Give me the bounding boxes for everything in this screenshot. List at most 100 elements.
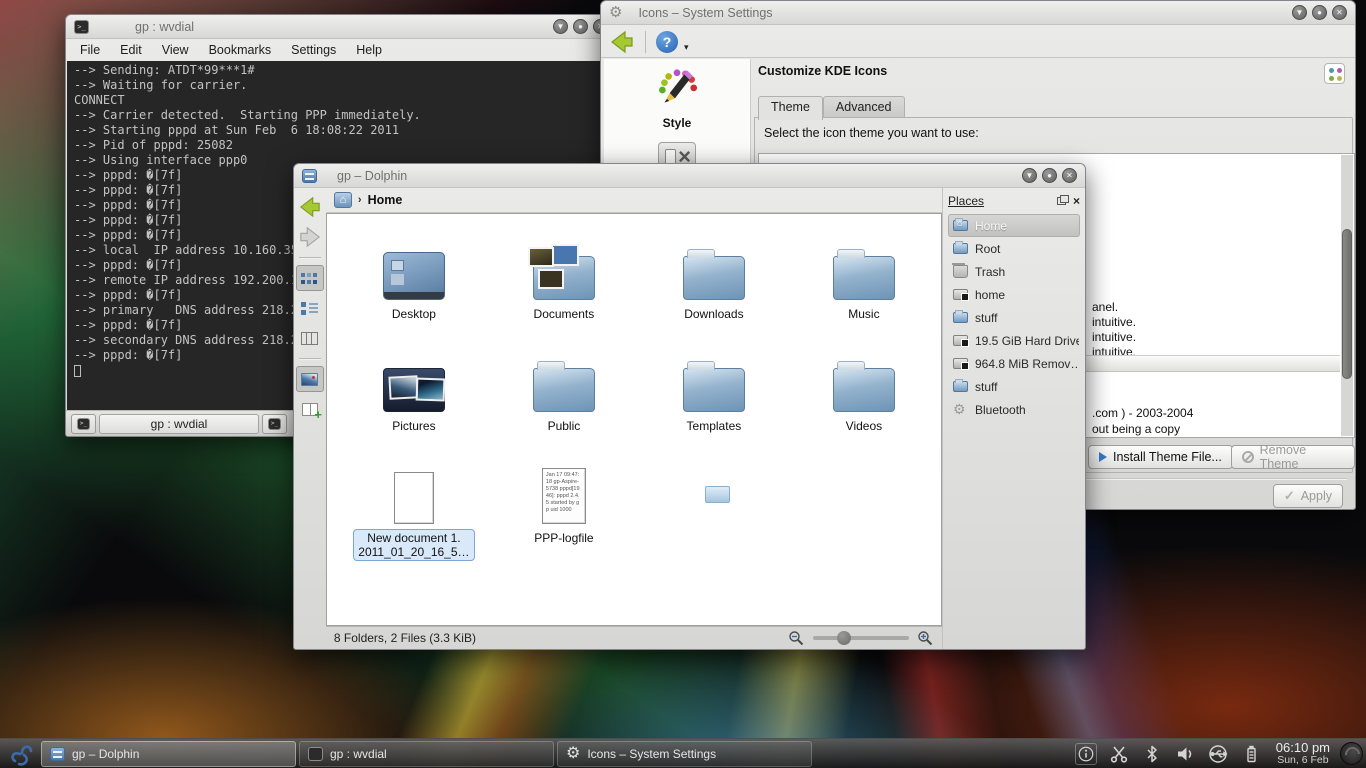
settings-titlebar[interactable]: ⚙ Icons – System Settings ▼ ● ✕ xyxy=(601,1,1355,25)
menu-item[interactable]: File xyxy=(80,43,100,57)
places-item[interactable]: stuff xyxy=(948,375,1080,398)
preview-button[interactable] xyxy=(296,366,324,392)
places-item[interactable]: Root xyxy=(948,237,1080,260)
minimize-button[interactable]: ▼ xyxy=(553,19,568,34)
file-item[interactable]: Templates xyxy=(639,338,789,450)
place-icon xyxy=(953,220,968,231)
file-label: Documents xyxy=(529,305,600,323)
places-item[interactable]: 964.8 MiB Remov… xyxy=(948,352,1080,375)
tab-advanced[interactable]: Advanced xyxy=(823,96,905,118)
places-item[interactable]: stuff xyxy=(948,306,1080,329)
file-item[interactable]: Videos xyxy=(789,338,939,450)
help-icon[interactable]: ? xyxy=(656,31,678,53)
folder-view[interactable]: Desktop Docume xyxy=(326,213,942,626)
app-launcher-button[interactable] xyxy=(3,740,41,768)
zoom-in-icon[interactable] xyxy=(917,630,934,647)
zoom-slider-handle[interactable] xyxy=(837,631,851,645)
places-item[interactable]: Bluetooth xyxy=(948,398,1080,421)
file-icon xyxy=(533,256,595,300)
places-item[interactable]: 19.5 GiB Hard Drive xyxy=(948,329,1080,352)
scrollbar-thumb[interactable] xyxy=(1342,229,1352,379)
task-button[interactable]: gp : wvdial xyxy=(299,741,554,767)
place-icon xyxy=(953,265,968,278)
file-item[interactable]: Desktop xyxy=(339,226,489,338)
place-label: 964.8 MiB Remov… xyxy=(975,357,1080,371)
zoom-out-icon[interactable] xyxy=(788,630,805,647)
sidebar-item-style[interactable]: Style xyxy=(663,116,692,130)
file-icon xyxy=(683,256,745,300)
file-item[interactable]: Downloads xyxy=(639,226,789,338)
split-view-button[interactable] xyxy=(296,396,324,422)
terminal-line: --> Carrier detected. Starting PPP immed… xyxy=(74,108,608,123)
close-panel-icon[interactable]: × xyxy=(1073,196,1080,206)
icons-view-button[interactable] xyxy=(296,265,324,291)
zoom-slider[interactable] xyxy=(813,636,909,640)
back-icon[interactable] xyxy=(609,30,635,54)
detach-panel-icon[interactable] xyxy=(1057,197,1066,205)
menu-item[interactable]: Settings xyxy=(291,43,336,57)
theme-description-fragment: .com ) - 2003-2004 xyxy=(1092,406,1193,420)
maximize-button[interactable]: ● xyxy=(1042,168,1057,183)
split-view-icon xyxy=(302,403,318,416)
remove-theme-button[interactable]: Remove Theme xyxy=(1231,445,1355,469)
details-view-button[interactable] xyxy=(296,295,324,321)
usb-device-icon[interactable] xyxy=(1207,743,1229,765)
terminal-menubar: File Edit View Bookmarks Settings Help xyxy=(66,39,616,61)
checkmark-icon: ✓ xyxy=(1284,488,1295,504)
clock[interactable]: 06:10 pm Sun, 6 Feb xyxy=(1276,741,1330,767)
minimize-button[interactable]: ▼ xyxy=(1022,168,1037,183)
back-button[interactable] xyxy=(296,194,324,220)
terminal-titlebar[interactable]: >_ gp : wvdial ▼ ● ✕ xyxy=(66,15,616,39)
menu-item[interactable]: Bookmarks xyxy=(209,43,272,57)
home-icon[interactable]: ⌂ xyxy=(334,192,352,208)
terminal-app-icon: >_ xyxy=(74,20,89,34)
forward-button[interactable] xyxy=(296,224,324,250)
places-item[interactable]: Trash xyxy=(948,260,1080,283)
info-icon[interactable] xyxy=(1075,743,1097,765)
chevron-down-icon[interactable]: ▾ xyxy=(684,42,689,53)
close-button[interactable]: ✕ xyxy=(1062,168,1077,183)
task-button[interactable]: gp – Dolphin xyxy=(41,741,296,767)
panel-cashew-icon[interactable] xyxy=(1340,742,1363,765)
file-label: Desktop xyxy=(387,305,441,323)
file-icon xyxy=(383,252,445,300)
columns-view-button[interactable] xyxy=(296,325,324,351)
menu-item[interactable]: Edit xyxy=(120,43,142,57)
dolphin-titlebar[interactable]: gp – Dolphin ▼ ● ✕ xyxy=(294,164,1085,188)
file-item[interactable]: Pictures xyxy=(339,338,489,450)
desktop: >_ gp : wvdial ▼ ● ✕ File Edit View Bookmar… xyxy=(0,0,1366,768)
menu-item[interactable]: Help xyxy=(356,43,382,57)
tab-theme[interactable]: Theme xyxy=(758,96,823,120)
style-icon[interactable] xyxy=(654,67,700,113)
install-theme-button[interactable]: Install Theme File... xyxy=(1088,445,1233,469)
volume-icon[interactable] xyxy=(1174,743,1196,765)
place-label: Root xyxy=(975,242,1000,256)
battery-icon[interactable] xyxy=(1240,743,1262,765)
breadcrumb-home[interactable]: Home xyxy=(368,193,403,207)
columns-view-icon xyxy=(301,332,318,345)
file-item[interactable]: New document 1. 2011_01_20_16_5… xyxy=(339,450,489,562)
maximize-button[interactable]: ● xyxy=(1312,5,1327,20)
bluetooth-icon[interactable] xyxy=(1141,743,1163,765)
task-button[interactable]: Icons – System Settings xyxy=(557,741,812,767)
places-item[interactable]: home xyxy=(948,283,1080,306)
file-item[interactable]: Public xyxy=(489,338,639,450)
select-theme-label: Select the icon theme you want to use: xyxy=(764,126,979,140)
scrollbar[interactable] xyxy=(1341,155,1353,436)
new-tab-button[interactable]: >_ xyxy=(71,414,96,434)
place-icon xyxy=(953,243,968,254)
tab-list-button[interactable]: >_ xyxy=(262,414,287,434)
file-item[interactable]: Jan 17 09:47:18 gp-Aspire-5738 pppd[1946… xyxy=(489,450,639,562)
klipper-scissors-icon[interactable] xyxy=(1108,743,1130,765)
file-label: Public xyxy=(543,417,586,435)
file-item[interactable]: Documents xyxy=(489,226,639,338)
file-item[interactable]: Music xyxy=(789,226,939,338)
menu-item[interactable]: View xyxy=(162,43,189,57)
terminal-tab[interactable]: gp : wvdial xyxy=(99,414,259,434)
file-preview-text: Jan 17 09:47:18 gp-Aspire-5738 pppd[1946… xyxy=(544,471,584,521)
places-item[interactable]: Home xyxy=(948,214,1080,237)
minimize-button[interactable]: ▼ xyxy=(1292,5,1307,20)
close-button[interactable]: ✕ xyxy=(1332,5,1347,20)
apply-button[interactable]: ✓ Apply xyxy=(1273,484,1343,508)
maximize-button[interactable]: ● xyxy=(573,19,588,34)
